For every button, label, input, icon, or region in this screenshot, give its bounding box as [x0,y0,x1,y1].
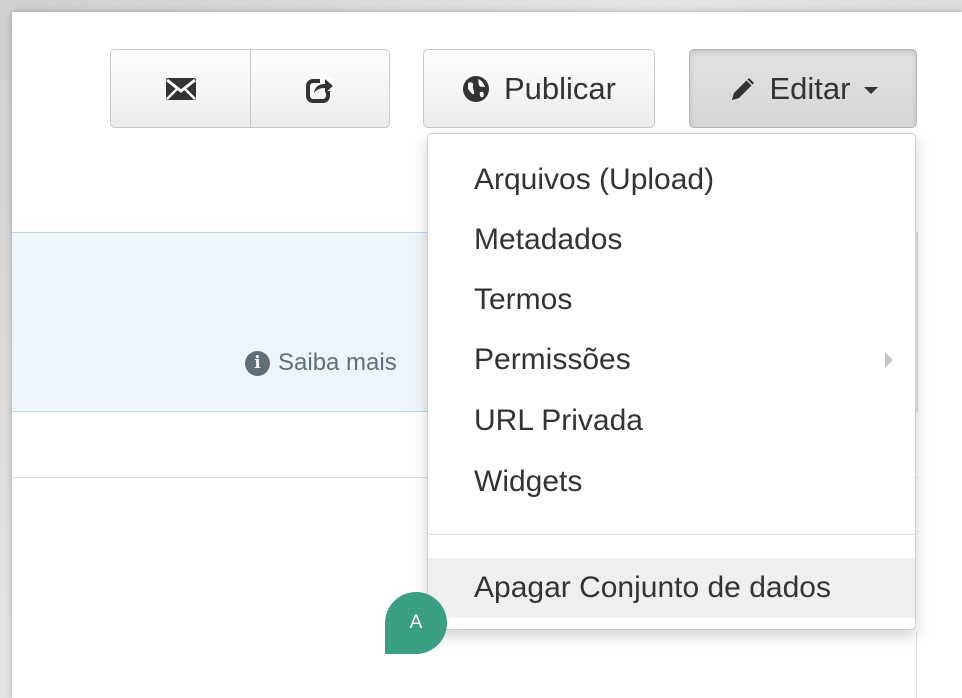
learn-more-label: Saiba mais [278,349,397,376]
menu-item-terms[interactable]: Termos [428,270,915,330]
menu-item-upload[interactable]: Arquivos (Upload) [428,150,915,210]
email-button[interactable] [110,49,251,128]
edit-label: Editar [769,70,851,106]
publish-label: Publicar [504,70,616,106]
menu-item-label: URL Privada [474,404,643,437]
menu-item-permissions[interactable]: Permissões [428,330,915,390]
share-button[interactable] [250,49,390,128]
menu-item-label: Arquivos (Upload) [474,163,715,196]
menu-item-label: Apagar Conjunto de dados [474,571,831,604]
menu-item-label: Permissões [474,343,631,376]
menu-item-label: Metadados [474,223,623,256]
caret-down-icon [864,87,879,94]
publish-button[interactable]: Publicar [423,49,655,128]
menu-item-metadata[interactable]: Metadados [428,210,915,270]
menu-divider [428,534,915,535]
menu-item-delete-dataset[interactable]: Apagar Conjunto de dados [428,558,915,618]
menu-item-label: Termos [474,283,573,316]
menu-item-private-url[interactable]: URL Privada [428,391,915,451]
menu-item-label: Widgets [474,465,583,498]
annotation-marker: A [385,592,447,654]
share-button-group [110,49,390,128]
panel-border [916,632,917,698]
page-body: Publicar Editar i Saiba mais Arquivos (U… [12,12,962,698]
edit-dropdown-menu: Arquivos (Upload) Metadados Termos Permi… [427,133,916,630]
info-circle-icon: i [245,350,270,376]
envelope-icon [165,77,197,101]
edit-dropdown-button[interactable]: Editar [689,49,917,128]
pencil-icon [728,74,758,104]
chevron-right-icon [885,352,893,368]
annotation-label: A [409,612,423,633]
globe-icon [462,75,490,103]
menu-item-widgets[interactable]: Widgets [428,452,915,512]
share-icon [306,75,334,103]
learn-more-link[interactable]: i Saiba mais [245,349,397,377]
